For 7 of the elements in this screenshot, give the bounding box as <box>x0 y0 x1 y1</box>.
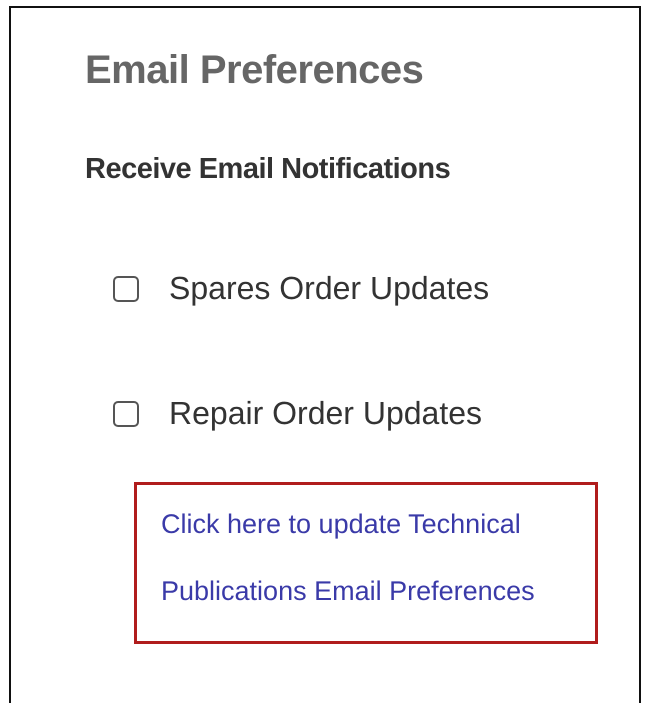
checkbox[interactable] <box>113 400 139 426</box>
checkbox[interactable] <box>113 276 139 302</box>
page-title: Email Preferences <box>85 48 424 93</box>
checkbox-label: Spares Order Updates <box>169 270 490 307</box>
preferences-link[interactable]: Click here to update Technical Publications Email Preferences <box>161 491 595 625</box>
checkbox-label: Repair Order Updates <box>169 395 482 432</box>
section-heading: Receive Email Notifications <box>85 153 452 186</box>
